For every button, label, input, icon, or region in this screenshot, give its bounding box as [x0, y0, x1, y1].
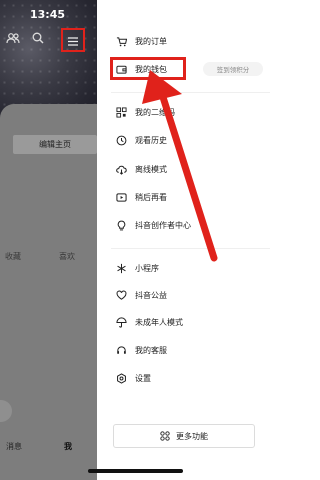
menu-item-settings[interactable]: 设置 [116, 373, 151, 384]
search-icon[interactable] [32, 32, 44, 44]
divider [111, 248, 270, 249]
umbrella-icon [116, 317, 127, 328]
signin-points-badge[interactable]: 签到领积分 [203, 62, 263, 76]
nav-me[interactable]: 我 [64, 441, 72, 452]
menu-item-label: 稍后再看 [135, 193, 167, 202]
menu-item-history[interactable]: 观看历史 [116, 135, 167, 146]
status-time: 13:45 [30, 8, 66, 21]
wallet-highlight-box [110, 57, 186, 80]
bulb-icon [117, 220, 126, 231]
menu-item-label: 我的订单 [135, 37, 167, 46]
menu-item-creator-center[interactable]: 抖音创作者中心 [116, 220, 191, 231]
divider [111, 92, 270, 93]
edit-profile-button[interactable]: 编辑主页 [13, 135, 97, 154]
friends-icon[interactable] [6, 32, 20, 44]
menu-item-minor-mode[interactable]: 未成年人模式 [116, 317, 183, 328]
menu-button[interactable] [61, 28, 85, 52]
menu-item-label: 小程序 [135, 264, 159, 273]
menu-item-orders[interactable]: 我的订单 [116, 36, 167, 47]
headset-icon [117, 346, 126, 354]
menu-item-label: 抖音创作者中心 [135, 221, 191, 230]
profile-page-dimmed: 13:45 编辑主页 收藏 喜欢 消息 我 [0, 0, 97, 480]
menu-item-offline[interactable]: 离线模式 [116, 164, 167, 175]
gear-icon [117, 373, 126, 384]
menu-item-label: 抖音公益 [135, 291, 167, 300]
grid-icon [160, 431, 170, 441]
clock-icon [116, 135, 127, 146]
heart-hand-icon [116, 290, 127, 300]
menu-item-watch-later[interactable]: 稍后再看 [116, 192, 167, 203]
qrcode-icon [116, 107, 127, 118]
menu-item-charity[interactable]: 抖音公益 [116, 290, 167, 301]
menu-item-label: 我的二维码 [135, 108, 175, 117]
play-later-icon [116, 193, 127, 202]
hamburger-icon [68, 31, 78, 50]
nav-messages[interactable]: 消息 [6, 441, 22, 452]
menu-item-label: 设置 [135, 374, 151, 383]
tab-favorites[interactable]: 收藏 [5, 251, 21, 262]
cart-icon [116, 37, 127, 47]
menu-item-label: 我的客服 [135, 346, 167, 355]
menu-item-label: 离线模式 [135, 165, 167, 174]
home-indicator [88, 469, 183, 473]
cloud-download-icon [116, 165, 127, 175]
menu-item-label: 观看历史 [135, 136, 167, 145]
tab-likes[interactable]: 喜欢 [59, 251, 75, 262]
menu-item-qrcode[interactable]: 我的二维码 [116, 107, 175, 118]
menu-item-customer-service[interactable]: 我的客服 [116, 345, 167, 356]
profile-sheet [0, 104, 97, 480]
profile-top-icons [6, 32, 44, 44]
more-features-label: 更多功能 [176, 431, 208, 441]
more-features-button[interactable]: 更多功能 [113, 424, 255, 448]
menu-item-mini-programs[interactable]: 小程序 [116, 263, 159, 274]
menu-item-label: 未成年人模式 [135, 318, 183, 327]
side-drawer: 我的订单 我的钱包 签到领积分 我的二维码 观看历史 离线模式 稍后再看 抖音创… [97, 0, 270, 480]
asterisk-icon [117, 263, 126, 274]
